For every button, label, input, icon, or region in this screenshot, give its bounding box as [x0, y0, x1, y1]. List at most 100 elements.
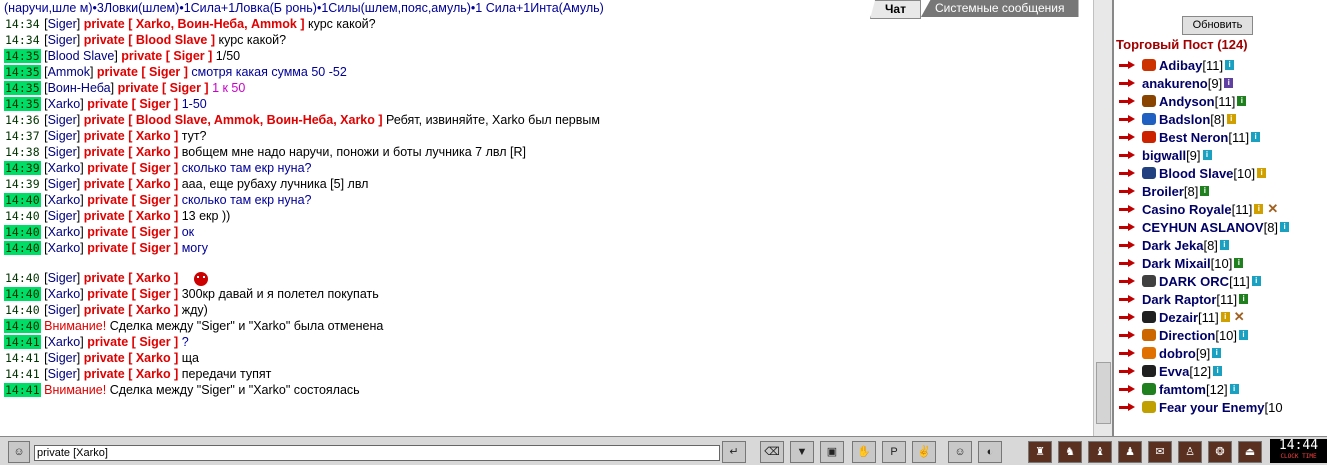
sender-name[interactable]: Xarko	[48, 241, 81, 255]
private-arrow-icon[interactable]	[1118, 311, 1136, 323]
user-row[interactable]: Evva [12] i	[1118, 362, 1289, 380]
tab-system-messages[interactable]: Системные сообщения	[920, 0, 1079, 17]
sender-name[interactable]: Ammok	[48, 65, 90, 79]
private-arrow-icon[interactable]	[1118, 167, 1136, 179]
user-row[interactable]: dobro [9] i	[1118, 344, 1289, 362]
private-arrow-icon[interactable]	[1118, 59, 1136, 71]
private-tag[interactable]: private [ Xarko ]	[84, 177, 179, 191]
user-name[interactable]: Direction	[1159, 328, 1215, 343]
save-icon[interactable]: ▣	[820, 441, 844, 463]
user-info-icon[interactable]: i	[1237, 96, 1247, 106]
user-info-icon[interactable]: i	[1251, 132, 1261, 142]
user-info-icon[interactable]: i	[1224, 78, 1234, 88]
user-name[interactable]: Dark Jeka	[1142, 238, 1203, 253]
map-icon[interactable]: ♝	[1088, 441, 1112, 463]
user-row[interactable]: Dark Raptor [11] i	[1118, 290, 1289, 308]
user-name[interactable]: DARK ORC	[1159, 274, 1229, 289]
chat-scrollbar[interactable]	[1093, 0, 1112, 436]
tab-chat[interactable]: Чат	[870, 0, 921, 19]
private-tag[interactable]: private [ Xarko ]	[84, 129, 179, 143]
user-name[interactable]: Dezair	[1159, 310, 1198, 325]
sender-name[interactable]: Xarko	[48, 193, 81, 207]
private-arrow-icon[interactable]	[1118, 185, 1136, 197]
private-tag[interactable]: private [ Siger ]	[87, 225, 178, 239]
user-info-icon[interactable]: i	[1213, 366, 1223, 376]
filter-icon[interactable]: ▼	[790, 441, 814, 463]
user-row[interactable]: Dark Jeka [8] i	[1118, 236, 1289, 254]
private-tag[interactable]: private [ Blood Slave ]	[84, 33, 215, 47]
paw-icon[interactable]: ❂	[1208, 441, 1232, 463]
user-row[interactable]: Adibay [11] i	[1118, 56, 1289, 74]
private-arrow-icon[interactable]	[1118, 221, 1136, 233]
user-name[interactable]: Blood Slave	[1159, 166, 1233, 181]
exit-icon[interactable]: ⏏	[1238, 441, 1262, 463]
user-row[interactable]: anakureno [9] i	[1118, 74, 1289, 92]
private-tag[interactable]: private [ Siger ]	[97, 65, 188, 79]
private-tag[interactable]: private [ Xarko, Воин-Неба, Ammok ]	[84, 17, 305, 31]
private-arrow-icon[interactable]	[1118, 149, 1136, 161]
sender-name[interactable]: Blood Slave	[48, 49, 115, 63]
avatar-icon[interactable]: ☺	[8, 441, 30, 463]
sender-name[interactable]: Siger	[48, 271, 77, 285]
user-info-icon[interactable]: i	[1225, 60, 1235, 70]
user-name[interactable]: Dark Mixail	[1142, 256, 1211, 271]
private-arrow-icon[interactable]	[1118, 257, 1136, 269]
user-name[interactable]: Broiler	[1142, 184, 1184, 199]
sender-name[interactable]: Siger	[48, 113, 77, 127]
user-info-icon[interactable]: i	[1239, 294, 1249, 304]
fight-icon[interactable]: ✋	[852, 441, 876, 463]
sender-name[interactable]: Siger	[48, 33, 77, 47]
skills-icon[interactable]: ♟	[1118, 441, 1142, 463]
user-name[interactable]: Adibay	[1159, 58, 1202, 73]
private-arrow-icon[interactable]	[1118, 203, 1136, 215]
friends-icon[interactable]: ♙	[1178, 441, 1202, 463]
private-tag[interactable]: private [ Xarko ]	[84, 271, 179, 285]
sender-name[interactable]: Xarko	[48, 335, 81, 349]
sender-name[interactable]: Xarko	[48, 97, 81, 111]
user-name[interactable]: dobro	[1159, 346, 1196, 361]
user-name[interactable]: Best Neron	[1159, 130, 1228, 145]
inventory-icon[interactable]: ♜	[1028, 441, 1052, 463]
sender-name[interactable]: Xarko	[48, 287, 81, 301]
user-name[interactable]: Casino Royale	[1142, 202, 1232, 217]
private-tag[interactable]: private [ Siger ]	[87, 97, 178, 111]
private-tag[interactable]: private [ Siger ]	[87, 193, 178, 207]
private-arrow-icon[interactable]	[1118, 401, 1136, 413]
private-tag[interactable]: private [ Siger ]	[87, 335, 178, 349]
private-tag[interactable]: private [ Xarko ]	[84, 145, 179, 159]
sender-name[interactable]: Siger	[48, 303, 77, 317]
private-arrow-icon[interactable]	[1118, 77, 1136, 89]
sender-name[interactable]: Воин-Неба	[48, 81, 111, 95]
user-info-icon[interactable]: i	[1219, 240, 1229, 250]
user-info-icon[interactable]: i	[1226, 114, 1236, 124]
user-info-icon[interactable]: i	[1257, 168, 1267, 178]
user-name[interactable]: Andyson	[1159, 94, 1215, 109]
private-tag[interactable]: private [ Xarko ]	[84, 351, 179, 365]
scrollbar-thumb[interactable]	[1096, 362, 1111, 424]
private-arrow-icon[interactable]	[1118, 275, 1136, 287]
sender-name[interactable]: Siger	[48, 129, 77, 143]
user-row[interactable]: Andyson [11] i	[1118, 92, 1289, 110]
sender-name[interactable]: Xarko	[48, 225, 81, 239]
sender-name[interactable]: Siger	[48, 367, 77, 381]
private-tag[interactable]: private [ Siger ]	[87, 241, 178, 255]
private-arrow-icon[interactable]	[1118, 383, 1136, 395]
user-row[interactable]: DARK ORC [11] i	[1118, 272, 1289, 290]
private-tag[interactable]: private [ Siger ]	[87, 287, 178, 301]
private-arrow-icon[interactable]	[1118, 131, 1136, 143]
user-info-icon[interactable]: i	[1254, 204, 1264, 214]
user-info-icon[interactable]: i	[1202, 150, 1212, 160]
send-icon[interactable]: ↵	[722, 441, 746, 463]
private-tag[interactable]: private [ Xarko ]	[84, 367, 179, 381]
user-row[interactable]: Dezair [11] i ✕	[1118, 308, 1289, 326]
smile-icon[interactable]: ☺	[948, 441, 972, 463]
user-row[interactable]: CEYHUN ASLANOV [8] i	[1118, 218, 1290, 236]
private-arrow-icon[interactable]	[1118, 329, 1136, 341]
mute-icon[interactable]: ◐	[978, 441, 1002, 463]
private-arrow-icon[interactable]	[1118, 113, 1136, 125]
user-row[interactable]: Blood Slave [10] i	[1118, 164, 1289, 182]
user-info-icon[interactable]: i	[1220, 312, 1230, 322]
private-arrow-icon[interactable]	[1118, 347, 1136, 359]
private-tag[interactable]: private [ Siger ]	[118, 81, 209, 95]
refresh-button[interactable]: Обновить	[1182, 16, 1253, 35]
